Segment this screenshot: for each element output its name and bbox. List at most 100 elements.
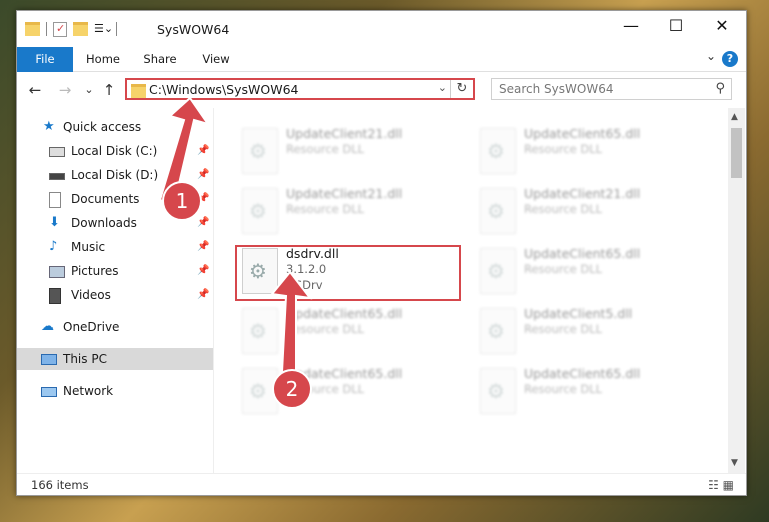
back-button[interactable]: ← xyxy=(25,80,45,100)
address-dropdown-icon[interactable]: ⌄ xyxy=(438,81,447,94)
vertical-scrollbar[interactable]: ▲ ▼ xyxy=(728,108,745,473)
file-name: UpdateClient21.dll xyxy=(524,186,641,201)
sidebar-item-label: Local Disk (C:) xyxy=(71,144,158,158)
divider xyxy=(46,22,47,36)
sidebar-item-label: Videos xyxy=(71,288,111,302)
search-icon[interactable]: ⚲ xyxy=(715,81,725,96)
scroll-up-icon[interactable]: ▲ xyxy=(731,112,738,122)
tab-view[interactable]: View xyxy=(193,47,239,71)
recent-locations-button[interactable]: ⌄ xyxy=(79,80,99,100)
file-type: Resource DLL xyxy=(286,142,365,156)
sidebar-item-label: Music xyxy=(71,240,106,254)
properties-icon[interactable]: ✓ xyxy=(53,21,67,37)
pin-icon[interactable]: 📌 xyxy=(197,164,209,186)
computer-icon xyxy=(41,354,57,365)
up-button[interactable]: ↑ xyxy=(99,80,119,100)
expand-ribbon-icon[interactable]: ⌄ xyxy=(706,49,716,63)
customize-icon[interactable]: ☰⌄ xyxy=(94,21,113,37)
address-path[interactable]: C:\Windows\SysWOW64 xyxy=(149,82,298,97)
drive-icon xyxy=(49,147,65,157)
divider xyxy=(116,22,117,36)
music-icon: ♪ xyxy=(49,239,58,254)
pin-icon[interactable]: 📌 xyxy=(197,236,209,258)
file-item[interactable]: UpdateClient21.dll Resource DLL xyxy=(238,182,458,238)
file-name: UpdateClient65.dll xyxy=(286,306,403,321)
tab-share[interactable]: Share xyxy=(137,47,183,71)
file-type: Resource DLL xyxy=(286,202,365,216)
sidebar-item-videos[interactable]: Videos 📌 xyxy=(17,284,213,306)
file-item[interactable]: UpdateClient21.dll Resource DLL xyxy=(476,182,696,238)
address-bar[interactable]: C:\Windows\SysWOW64 ⌄ ↻ xyxy=(125,78,475,100)
search-box[interactable]: Search SysWOW64 ⚲ xyxy=(491,78,732,100)
sidebar-item-onedrive[interactable]: ☁ OneDrive xyxy=(17,316,213,338)
file-type: Resource DLL xyxy=(286,322,365,336)
file-item[interactable]: UpdateClient5.dll Resource DLL xyxy=(476,302,696,358)
tab-home[interactable]: Home xyxy=(79,47,127,71)
pin-icon[interactable]: 📌 xyxy=(197,140,209,162)
dll-file-icon xyxy=(480,308,516,354)
drive-icon xyxy=(49,173,65,180)
view-toggle-icon[interactable]: ☷ ▦ xyxy=(708,478,734,492)
scroll-thumb[interactable] xyxy=(731,128,742,178)
pictures-icon xyxy=(49,266,65,278)
sidebar-item-label: Pictures xyxy=(71,264,119,278)
pin-icon[interactable]: 📌 xyxy=(197,212,209,234)
maximize-button[interactable]: ☐ xyxy=(653,11,699,41)
dll-file-icon xyxy=(480,128,516,174)
window-title: SysWOW64 xyxy=(157,22,230,37)
file-type: Resource DLL xyxy=(524,142,603,156)
cloud-icon: ☁ xyxy=(41,319,54,334)
pin-icon[interactable]: 📌 xyxy=(197,284,209,306)
quick-access-toolbar: ✓ ☰⌄ xyxy=(25,21,117,37)
search-input[interactable]: Search SysWOW64 xyxy=(499,82,613,96)
sidebar-item-network[interactable]: Network xyxy=(17,380,213,402)
sidebar-item-music[interactable]: ♪ Music 📌 xyxy=(17,236,213,258)
sidebar-item-label: Local Disk (D:) xyxy=(71,168,159,182)
file-item[interactable]: UpdateClient65.dll Resource DLL xyxy=(238,302,458,358)
star-icon: ★ xyxy=(43,119,55,134)
minimize-button[interactable]: — xyxy=(608,11,654,41)
folder-icon[interactable] xyxy=(25,22,40,36)
file-item[interactable]: UpdateClient65.dll Resource DLL xyxy=(476,362,696,418)
folder-icon xyxy=(131,84,146,98)
download-icon: ⬇ xyxy=(49,215,60,230)
step-badge-1: 1 xyxy=(162,181,202,221)
navigation-pane: ★ Quick access Local Disk (C:) 📌 Local D… xyxy=(17,108,213,473)
network-icon xyxy=(41,387,57,397)
file-item[interactable]: UpdateClient65.dll Resource DLL xyxy=(238,362,458,418)
sidebar-item-label: Downloads xyxy=(71,216,137,230)
highlight-box-file xyxy=(235,245,461,301)
file-list: UpdateClient21.dll Resource DLL UpdateCl… xyxy=(214,108,728,473)
close-button[interactable]: ✕ xyxy=(699,11,745,41)
pin-icon[interactable]: 📌 xyxy=(197,260,209,282)
dll-file-icon xyxy=(480,188,516,234)
sidebar-item-pictures[interactable]: Pictures 📌 xyxy=(17,260,213,282)
sidebar-item-label: This PC xyxy=(63,352,107,366)
explorer-window: ✓ ☰⌄ SysWOW64 — ☐ ✕ File Home Share View… xyxy=(16,10,747,496)
videos-icon xyxy=(49,288,61,304)
file-item[interactable]: UpdateClient21.dll Resource DLL xyxy=(238,122,458,178)
sidebar-item-label: Documents xyxy=(71,192,140,206)
file-name: UpdateClient65.dll xyxy=(524,366,641,381)
refresh-button[interactable]: ↻ xyxy=(450,80,473,98)
file-name: UpdateClient21.dll xyxy=(286,186,403,201)
help-icon[interactable]: ? xyxy=(722,51,738,67)
dll-file-icon xyxy=(242,188,278,234)
file-type: Resource DLL xyxy=(524,202,603,216)
title-bar: ✓ ☰⌄ SysWOW64 — ☐ ✕ xyxy=(17,11,746,47)
new-folder-icon[interactable] xyxy=(73,22,88,36)
sidebar-item-this-pc[interactable]: This PC xyxy=(17,348,213,370)
dll-file-icon xyxy=(242,128,278,174)
sidebar-item-quick-access[interactable]: ★ Quick access xyxy=(17,116,213,138)
file-name: UpdateClient65.dll xyxy=(524,246,641,261)
file-item[interactable]: UpdateClient65.dll Resource DLL xyxy=(476,122,696,178)
sidebar-item-label: OneDrive xyxy=(63,320,120,334)
file-name: UpdateClient65.dll xyxy=(524,126,641,141)
dll-file-icon xyxy=(480,248,516,294)
sidebar-item-local-disk-c[interactable]: Local Disk (C:) 📌 xyxy=(17,140,213,162)
forward-button[interactable]: → xyxy=(55,80,75,100)
navigation-bar: ← → ⌄ ↑ C:\Windows\SysWOW64 ⌄ ↻ Search S… xyxy=(17,72,746,108)
file-type: Resource DLL xyxy=(524,262,603,276)
scroll-down-icon[interactable]: ▼ xyxy=(731,458,738,468)
file-item[interactable]: UpdateClient65.dll Resource DLL xyxy=(476,242,696,298)
